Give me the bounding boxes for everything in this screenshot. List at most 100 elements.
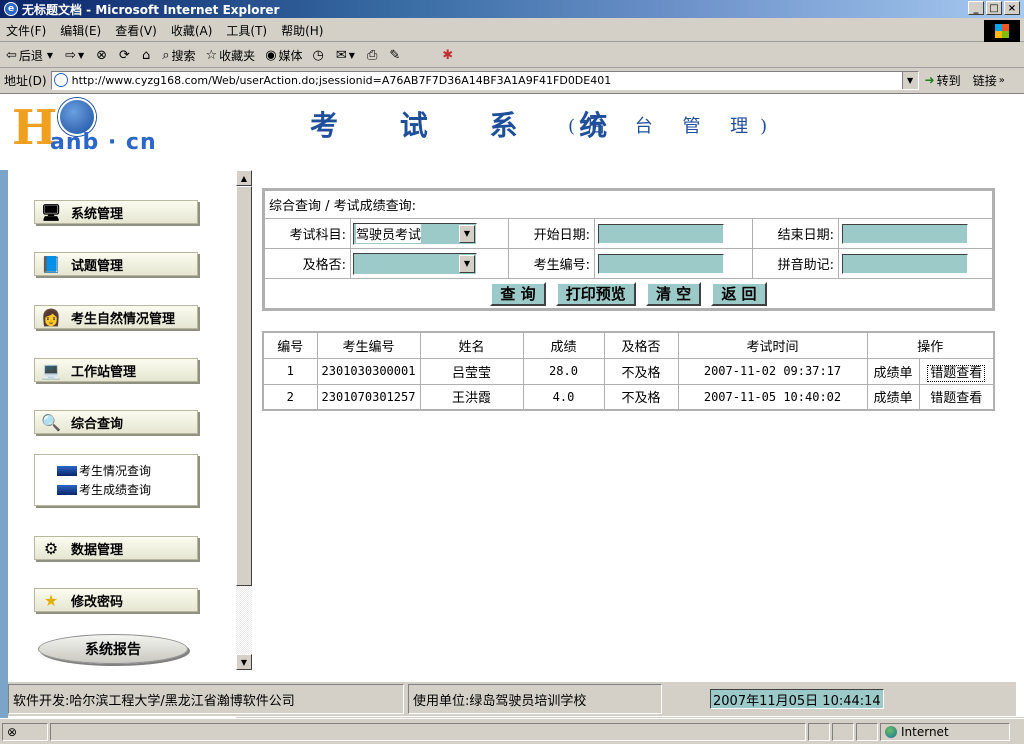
- clear-button[interactable]: 清 空: [645, 281, 702, 306]
- column-header: 考生编号: [316, 331, 421, 359]
- score-query-form: 综合查询 / 考试成绩查询: 考试科目: 驾驶员考试 ▼ 开始日期: 结束日期:…: [262, 188, 995, 311]
- scroll-down-icon[interactable]: ▼: [236, 654, 252, 670]
- menu-edit[interactable]: 编辑(E): [60, 22, 101, 39]
- search-submit-button[interactable]: 查 询: [490, 281, 546, 306]
- menu-file[interactable]: 文件(F): [6, 22, 46, 39]
- mail-button[interactable]: ✉ ▼: [336, 48, 357, 63]
- row-score: 4.0: [522, 383, 605, 411]
- sidebar-item-questions[interactable]: 📘 试题管理: [34, 252, 198, 276]
- book-icon: 📘: [41, 254, 61, 274]
- zone-indicator: Internet: [880, 722, 1010, 741]
- forward-button[interactable]: ⇨ ▼: [65, 48, 86, 63]
- maximize-button[interactable]: □: [986, 1, 1002, 15]
- examinee-id-input[interactable]: [598, 253, 724, 274]
- score-sheet-link[interactable]: 成绩单: [866, 383, 920, 411]
- form-actions: 查 询 打印预览 清 空 返 回: [264, 278, 993, 309]
- sidebar-item-workstations[interactable]: 💻 工作站管理: [34, 358, 198, 382]
- workstation-icon: 💻: [41, 360, 61, 380]
- refresh-button[interactable]: ⟳: [119, 48, 132, 63]
- start-date-input[interactable]: [598, 223, 724, 244]
- windows-logo-icon: [984, 20, 1020, 42]
- sidebar-item-data[interactable]: ⚙ 数据管理: [34, 536, 198, 560]
- minimize-button[interactable]: _: [968, 1, 984, 15]
- system-report-button[interactable]: 系统报告: [38, 634, 188, 664]
- stop-button[interactable]: ⊗: [96, 48, 109, 63]
- menu-help[interactable]: 帮助(H): [281, 22, 323, 39]
- home-icon: ⌂: [141, 48, 151, 63]
- messenger-button[interactable]: ✱: [442, 48, 455, 63]
- history-button[interactable]: ◷: [313, 48, 326, 63]
- star-icon: ★: [43, 590, 59, 610]
- end-date-label: 结束日期:: [752, 218, 839, 249]
- row-name: 王洪霞: [419, 383, 524, 411]
- zone-label: Internet: [901, 724, 949, 739]
- chevron-down-icon[interactable]: ▼: [349, 51, 355, 60]
- row-no: 1: [262, 357, 318, 385]
- sidebar-subitem-examinee-query[interactable]: 考生情况查询: [57, 461, 197, 480]
- column-header: 编号: [262, 331, 318, 359]
- end-date-input[interactable]: [842, 223, 968, 244]
- server-icon: 🖥: [40, 202, 62, 222]
- subject-select[interactable]: 驾驶员考试 ▼: [353, 222, 477, 245]
- print-preview-button[interactable]: 打印预览: [555, 281, 636, 306]
- wrong-answers-link[interactable]: 错题查看: [927, 364, 986, 382]
- column-header: 及格否: [603, 331, 679, 359]
- sidebar-item-label: 考生自然情况管理: [71, 311, 176, 327]
- sidebar-item-system[interactable]: 🖥 系统管理: [34, 200, 198, 224]
- menu-bar: 文件(F) 编辑(E) 查看(V) 收藏(A) 工具(T) 帮助(H): [0, 20, 1024, 42]
- print-button[interactable]: ⎙: [367, 48, 379, 63]
- chevron-right-icon[interactable]: »: [999, 75, 1005, 86]
- start-date-label: 开始日期:: [508, 218, 595, 249]
- scroll-up-icon[interactable]: ▲: [236, 170, 252, 186]
- sidebar-subitem-score-query[interactable]: 考生成绩查询: [57, 480, 197, 499]
- chevron-down-icon[interactable]: ▼: [47, 51, 53, 60]
- sidebar-item-examinees[interactable]: 👩 考生自然情况管理: [34, 305, 198, 329]
- edit-button[interactable]: ✎: [389, 48, 402, 63]
- search-label: 搜索: [171, 49, 196, 63]
- address-bar: 地址(D) http://www.cyzg168.com/Web/userAct…: [0, 69, 1024, 91]
- page-subtitle: (后 台 管 理): [568, 116, 780, 137]
- sidebar-item-label: 修改密码: [71, 594, 124, 610]
- wrong-answers-link[interactable]: 错题查看: [918, 383, 995, 411]
- sidebar-item-password[interactable]: ★ 修改密码: [34, 588, 198, 612]
- back-button[interactable]: ⇦ 后退 ▼: [6, 47, 55, 64]
- pass-select[interactable]: ▼: [353, 252, 477, 275]
- favorites-label: 收藏夹: [219, 49, 256, 63]
- subitem-label: 考生成绩查询: [79, 483, 152, 497]
- back-button[interactable]: 返 回: [711, 281, 767, 306]
- chevron-down-icon[interactable]: ▼: [459, 254, 475, 273]
- table-row: 2 2301070301257 王洪霞 4.0 不及格 2007-11-05 1…: [262, 383, 995, 411]
- vertical-scrollbar[interactable]: ▲ ▼: [236, 170, 252, 670]
- pass-label: 及格否:: [264, 248, 351, 279]
- window-title: 无标题文档 - Microsoft Internet Explorer: [22, 2, 280, 17]
- scroll-thumb[interactable]: [236, 186, 252, 586]
- pinyin-input[interactable]: [842, 253, 968, 274]
- chevron-down-icon[interactable]: ▼: [459, 224, 475, 243]
- favorites-button[interactable]: ☆ 收藏夹: [206, 47, 256, 64]
- internet-zone-icon: [885, 725, 897, 738]
- links-button[interactable]: 链接: [973, 72, 997, 89]
- window-icon: [57, 484, 77, 495]
- sidebar-item-label: 系统管理: [71, 206, 124, 222]
- pinyin-label: 拼音助记:: [752, 248, 839, 279]
- menu-tools[interactable]: 工具(T): [226, 22, 267, 39]
- history-icon: ◷: [312, 48, 324, 63]
- menu-favorites[interactable]: 收藏(A): [171, 22, 213, 39]
- menu-view[interactable]: 查看(V): [115, 22, 157, 39]
- row-name: 吕莹莹: [419, 357, 524, 385]
- close-button[interactable]: ×: [1004, 1, 1020, 15]
- sidebar-item-query[interactable]: 🔍 综合查询: [34, 410, 198, 434]
- go-button[interactable]: ➜ 转到: [925, 72, 961, 89]
- media-button[interactable]: ◉ 媒体: [265, 47, 302, 64]
- developer-info: 软件开发:哈尔滨工程大学/黑龙江省瀚博软件公司: [8, 684, 404, 714]
- chevron-down-icon[interactable]: ▼: [78, 51, 84, 60]
- messenger-icon: ✱: [442, 48, 454, 63]
- user-info: 使用单位:绿岛驾驶员培训学校: [408, 684, 662, 714]
- address-dropdown-icon[interactable]: ▼: [901, 71, 918, 89]
- search-button[interactable]: ⌕ 搜索: [162, 47, 195, 64]
- home-button[interactable]: ⌂: [142, 48, 152, 63]
- address-input[interactable]: http://www.cyzg168.com/Web/userAction.do…: [50, 70, 919, 90]
- row-pass: 不及格: [603, 383, 679, 411]
- clock-wrapper: 2007年11月05日 10:44:14: [710, 689, 884, 709]
- score-sheet-link[interactable]: 成绩单: [866, 357, 920, 385]
